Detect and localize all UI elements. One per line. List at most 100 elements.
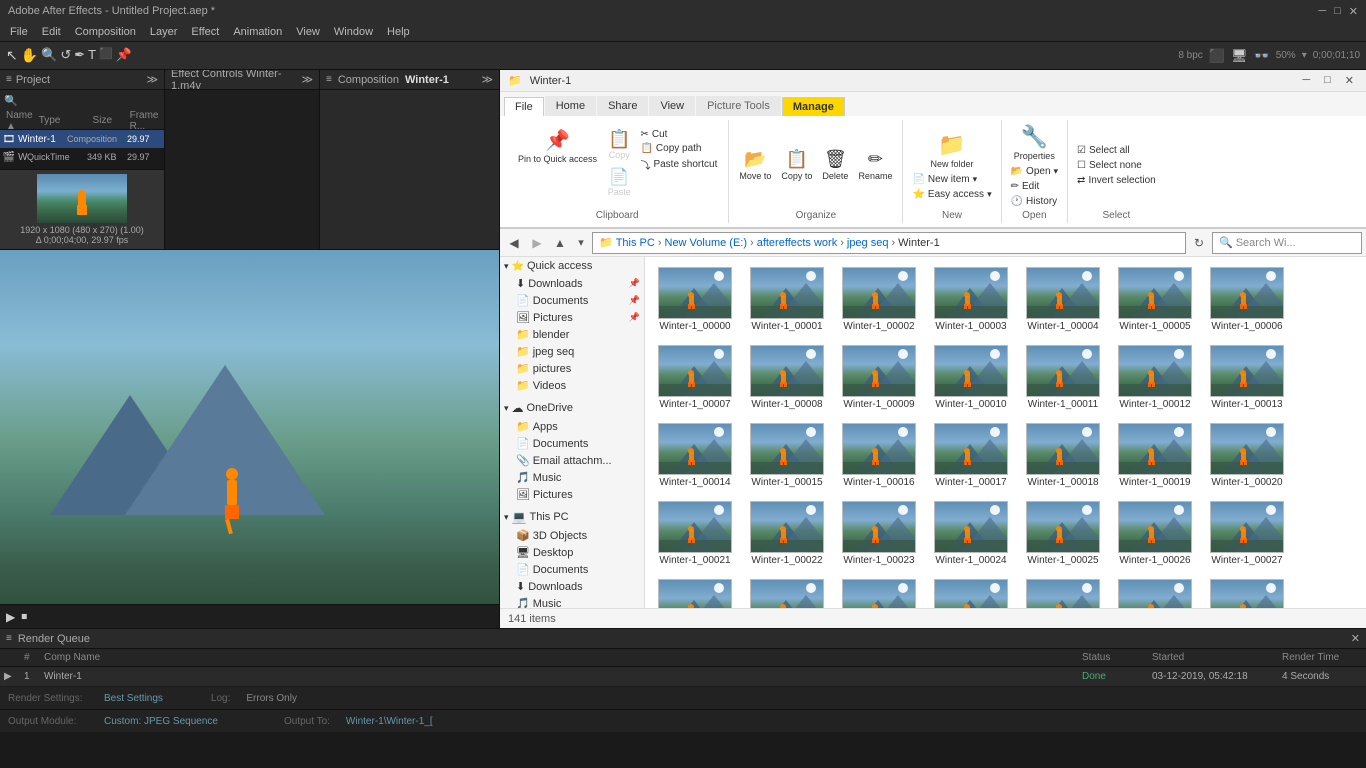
file-item[interactable]: Winter-1_00008: [743, 341, 831, 415]
select-all-btn[interactable]: ☑ Select all: [1074, 144, 1159, 157]
tab-file[interactable]: File: [504, 97, 544, 116]
fe-restore-btn[interactable]: □: [1320, 74, 1335, 87]
up-btn[interactable]: ▲: [550, 233, 570, 253]
menu-composition[interactable]: Composition: [69, 24, 142, 40]
file-item[interactable]: Winter-1_00005: [1111, 263, 1199, 337]
sidebar-item-3d[interactable]: 📦 3D Objects: [500, 527, 644, 544]
sidebar-item-documents-qa[interactable]: 📄 Documents 📌: [500, 292, 644, 309]
sidebar-item-music-od[interactable]: 🎵 Music: [500, 469, 644, 486]
path-aftereffects[interactable]: aftereffects work: [757, 237, 838, 249]
zoom-dropdown[interactable]: ▾: [1302, 50, 1307, 61]
file-item[interactable]: Winter-1_00007: [651, 341, 739, 415]
file-item[interactable]: Winter-1_00010: [927, 341, 1015, 415]
tab-home[interactable]: Home: [545, 96, 596, 116]
history-btn[interactable]: 🕐 History: [1008, 195, 1061, 208]
new-item-btn[interactable]: 📄 New item ▾: [909, 173, 994, 186]
render-settings-value[interactable]: Best Settings: [104, 693, 163, 704]
easy-access-btn[interactable]: ⭐ Easy access ▾: [909, 188, 994, 201]
copy-path-btn[interactable]: 📋 Copy path: [637, 142, 720, 155]
file-item[interactable]: Winter-1_00029: [835, 575, 923, 608]
sidebar-item-jpeg-seq[interactable]: 📁 jpeg seq: [500, 343, 644, 360]
minimize-btn[interactable]: ─: [1318, 5, 1326, 18]
copy-to-btn[interactable]: 📋 Copy to: [777, 147, 816, 183]
file-item[interactable]: Winter-1_00030: [927, 575, 1015, 608]
new-folder-btn[interactable]: 📁 New folder: [909, 130, 994, 171]
file-item[interactable]: Winter-1_00028: [651, 575, 739, 608]
tool-puppet[interactable]: 📌: [116, 47, 132, 64]
project-search[interactable]: [4, 95, 160, 107]
stop-btn[interactable]: ⏹: [21, 609, 27, 624]
file-item[interactable]: Winter-1_00029: [743, 575, 831, 608]
file-item[interactable]: Winter-1_00025: [1019, 497, 1107, 571]
render-queue-close[interactable]: ✕: [1351, 632, 1360, 645]
tab-view[interactable]: View: [649, 96, 695, 116]
sidebar-item-apps[interactable]: 📁 Apps: [500, 418, 644, 435]
file-item[interactable]: Winter-1_00002: [835, 263, 923, 337]
tool-pen[interactable]: ✒: [74, 47, 85, 64]
file-item[interactable]: Winter-1_00018: [1019, 419, 1107, 493]
file-item[interactable]: Winter-1_00012: [1111, 341, 1199, 415]
cut-btn[interactable]: ✂ Cut: [637, 128, 720, 141]
properties-btn[interactable]: 🔧 Properties: [1008, 122, 1061, 163]
delete-btn[interactable]: 🗑 Delete: [818, 147, 852, 183]
file-item[interactable]: Winter-1_00031: [1111, 575, 1199, 608]
effect-controls-expand[interactable]: ≫: [301, 73, 313, 86]
restore-btn[interactable]: □: [1334, 5, 1341, 18]
fe-close-btn[interactable]: ✕: [1341, 74, 1358, 87]
open-btn[interactable]: 📂 Open ▾: [1008, 165, 1061, 178]
file-item[interactable]: Winter-1_00022: [743, 497, 831, 571]
path-volume[interactable]: New Volume (E:): [665, 237, 748, 249]
tool-select[interactable]: ↖: [6, 47, 18, 64]
file-item[interactable]: Winter-1_00019: [1111, 419, 1199, 493]
file-item[interactable]: Winter-1_00021: [651, 497, 739, 571]
back-btn[interactable]: ◀: [504, 233, 524, 253]
rename-btn[interactable]: ✏ Rename: [854, 147, 896, 183]
sidebar-quick-access[interactable]: ▾ ⭐ Quick access: [500, 257, 644, 275]
paste-btn[interactable]: 📄 Paste: [603, 165, 635, 199]
sidebar-item-downloads-qa[interactable]: ⬇ Downloads 📌: [500, 275, 644, 292]
forward-btn[interactable]: ▶: [527, 233, 547, 253]
file-item[interactable]: Winter-1_00027: [1203, 497, 1291, 571]
sidebar-item-documents-pc[interactable]: 📄 Documents: [500, 561, 644, 578]
invert-selection-btn[interactable]: ⇄ Invert selection: [1074, 174, 1159, 187]
path-winter[interactable]: Winter-1: [898, 237, 940, 249]
fe-minimize-btn[interactable]: ─: [1298, 74, 1314, 87]
comp-panel-expand[interactable]: ≫: [481, 73, 493, 86]
file-item[interactable]: Winter-1_00030: [1019, 575, 1107, 608]
file-item[interactable]: Winter-1_00013: [1203, 341, 1291, 415]
tool-hand[interactable]: ✋: [21, 47, 38, 64]
sidebar-item-pictures2[interactable]: 📁 pictures: [500, 360, 644, 377]
sidebar-item-pictures-od[interactable]: 🖼 Pictures: [500, 486, 644, 503]
file-item[interactable]: Winter-1_00024: [927, 497, 1015, 571]
menu-view[interactable]: View: [290, 24, 326, 40]
file-item[interactable]: Winter-1_00000: [651, 263, 739, 337]
tool-shape[interactable]: ⬛: [99, 47, 113, 64]
vr-btn[interactable]: 👓: [1254, 48, 1270, 64]
monitor-btn[interactable]: 🖥: [1231, 48, 1248, 64]
file-item[interactable]: Winter-1_00003: [927, 263, 1015, 337]
path-this-pc[interactable]: This PC: [616, 237, 655, 249]
sidebar-item-pictures-qa[interactable]: 🖼 Pictures 📌: [500, 309, 644, 326]
file-item[interactable]: Winter-1_00001: [743, 263, 831, 337]
play-btn[interactable]: ▶: [6, 610, 15, 624]
project-item-video[interactable]: 🎬 Winter-1.m4v QuickTime 349 KB 29.97: [0, 148, 164, 166]
menu-window[interactable]: Window: [328, 24, 379, 40]
file-item[interactable]: Winter-1_00011: [1019, 341, 1107, 415]
file-item[interactable]: Winter-1_00006: [1203, 263, 1291, 337]
file-item[interactable]: Winter-1_00015: [743, 419, 831, 493]
file-item[interactable]: Winter-1_00032: [1203, 575, 1291, 608]
menu-help[interactable]: Help: [381, 24, 416, 40]
pin-btn[interactable]: 📌 Pin to Quick access: [514, 126, 601, 167]
render-checkbox[interactable]: ▶: [4, 671, 24, 682]
file-item[interactable]: Winter-1_00017: [927, 419, 1015, 493]
address-path[interactable]: 📁 This PC › New Volume (E:) › aftereffec…: [592, 232, 1186, 254]
sidebar-item-music-pc[interactable]: 🎵 Music: [500, 595, 644, 608]
tool-zoom[interactable]: 🔍: [41, 47, 57, 64]
sidebar-item-desktop[interactable]: 🖥 Desktop: [500, 544, 644, 561]
sidebar-item-blender[interactable]: 📁 blender: [500, 326, 644, 343]
menu-animation[interactable]: Animation: [227, 24, 288, 40]
edit-btn[interactable]: ✏ Edit: [1008, 180, 1061, 193]
file-item[interactable]: Winter-1_00004: [1019, 263, 1107, 337]
file-item[interactable]: Winter-1_00014: [651, 419, 739, 493]
sidebar-item-documents-od[interactable]: 📄 Documents: [500, 435, 644, 452]
